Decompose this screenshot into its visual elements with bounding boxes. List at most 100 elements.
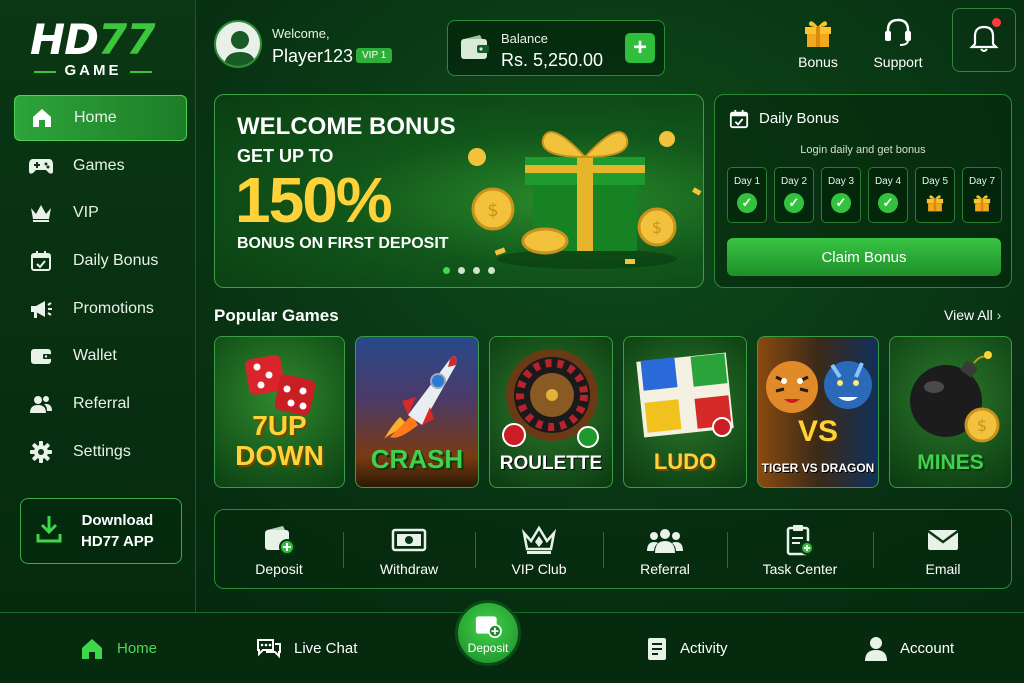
quick-task-center-button[interactable]: Task Center (727, 510, 873, 590)
svg-text:$: $ (487, 200, 498, 221)
sidebar-item-label: Daily Bonus (73, 252, 159, 269)
sidebar: HD77 GAME Home Games VIP Daily Bonus Pro… (0, 0, 196, 612)
welcome-bonus-banner[interactable]: WELCOME BONUS GET UP TO 150% BONUS ON FI… (214, 94, 704, 288)
sidebar-item-label: Games (73, 157, 125, 174)
vs-label: VS (797, 415, 839, 448)
game-card-7-up-down[interactable]: 7UP DOWN (214, 336, 345, 488)
download-label: Download HD77 APP (81, 512, 154, 550)
ludo-board-icon (636, 352, 734, 438)
claim-bonus-button[interactable]: Claim Bonus (727, 238, 1001, 276)
chat-icon (256, 637, 282, 661)
day-card[interactable]: Day 1 ✓ (727, 167, 767, 223)
bottom-nav-live-chat[interactable]: Live Chat (256, 613, 357, 683)
check-icon: ✓ (831, 193, 851, 213)
sidebar-item-promotions[interactable]: Promotions (14, 286, 187, 332)
gift-icon (963, 192, 1001, 212)
bonus-label: Bonus (798, 54, 838, 70)
banner-title: WELCOME BONUS (237, 113, 456, 140)
deposit-fab-button[interactable]: Deposit (455, 600, 521, 666)
welcome-text: Welcome, (272, 26, 330, 41)
bell-icon (969, 22, 999, 59)
game-card-tiger-vs-dragon[interactable]: VS TIGER VS DRAGON (757, 336, 879, 488)
day-label: Day 2 (780, 176, 808, 187)
quick-referral-button[interactable]: Referral (603, 510, 727, 590)
daily-bonus-subtitle: Login daily and get bonus (800, 144, 926, 156)
clipboard-icon (785, 523, 815, 557)
bottom-nav-label: Live Chat (294, 640, 358, 657)
day-card[interactable]: Day 5 (915, 167, 955, 223)
quick-withdraw-button[interactable]: Withdraw (343, 510, 475, 590)
pagination-dot-active[interactable] (443, 267, 450, 274)
day-card[interactable]: Day 3 ✓ (821, 167, 861, 223)
wallet-icon (28, 343, 54, 369)
gift-icon (773, 16, 863, 48)
download-app-button[interactable]: Download HD77 APP (20, 498, 182, 564)
rocket-icon (384, 356, 457, 439)
svg-text:$: $ (977, 416, 987, 435)
game-title: TIGER VS DRAGON (761, 461, 875, 475)
home-icon (29, 105, 55, 131)
sidebar-item-referral[interactable]: Referral (14, 381, 187, 427)
day-card[interactable]: Day 7 (962, 167, 1002, 223)
day-card[interactable]: Day 2 ✓ (774, 167, 814, 223)
bottom-nav-home[interactable]: Home (79, 613, 157, 683)
avatar[interactable] (214, 20, 262, 68)
users-icon (28, 391, 54, 417)
wallet-plus-icon (263, 523, 295, 557)
sidebar-item-settings[interactable]: Settings (14, 429, 187, 475)
pagination-dot[interactable] (473, 267, 480, 274)
quick-action-label: Email (925, 561, 961, 577)
sidebar-item-vip[interactable]: VIP (14, 190, 187, 236)
check-icon: ✓ (784, 193, 804, 213)
bottom-nav-activity[interactable]: Activity (646, 613, 728, 683)
sidebar-item-home[interactable]: Home (14, 95, 187, 141)
logo[interactable]: HD77 GAME (30, 18, 170, 82)
home-icon (79, 637, 105, 661)
notifications-button[interactable] (952, 8, 1016, 72)
game-card-roulette[interactable]: ROULETTE (489, 336, 613, 488)
daily-bonus-panel: Daily Bonus Login daily and get bonus Da… (714, 94, 1012, 288)
day-card[interactable]: Day 4 ✓ (868, 167, 908, 223)
quick-action-label: Task Center (762, 561, 838, 577)
view-all-link[interactable]: View All › (944, 307, 1001, 323)
player-name: Player123 (272, 46, 354, 66)
wallet-plus-icon (474, 612, 502, 641)
game-title: MINES (917, 451, 984, 474)
game-title: CRASH (370, 444, 464, 474)
sidebar-item-label: Wallet (73, 347, 117, 364)
day-label: Day 4 (874, 176, 902, 187)
game-card-crash[interactable]: CRASH (355, 336, 479, 488)
quick-action-label: Deposit (255, 561, 303, 577)
quick-action-label: VIP Club (511, 561, 567, 577)
chevron-right-icon: › (996, 307, 1002, 323)
balance-box: Balance Rs. 5,250.00 + (447, 20, 665, 76)
calendar-icon (729, 109, 749, 134)
game-title: 7UP DOWN (235, 410, 324, 471)
support-button[interactable]: Support (853, 16, 943, 70)
bottom-nav-label: Home (117, 640, 158, 657)
game-card-ludo[interactable]: LUDO (623, 336, 747, 488)
megaphone-icon (28, 296, 54, 322)
quick-email-button[interactable]: Email (873, 510, 1013, 590)
pagination-dot[interactable] (458, 267, 465, 274)
sidebar-item-wallet[interactable]: Wallet (14, 333, 187, 379)
pagination-dot[interactable] (488, 267, 495, 274)
day-label: Day 3 (827, 176, 855, 187)
bonus-button[interactable]: Bonus (773, 16, 863, 70)
sidebar-item-label: Promotions (73, 300, 154, 317)
bottom-nav-account[interactable]: Account (864, 613, 954, 683)
document-icon (646, 636, 668, 662)
quick-deposit-button[interactable]: Deposit (215, 510, 343, 590)
deposit-fab-label: Deposit (467, 640, 509, 655)
crown-icon (521, 523, 557, 557)
add-funds-button[interactable]: + (625, 33, 655, 63)
sidebar-item-daily-bonus[interactable]: Daily Bonus (14, 238, 187, 284)
user-icon (864, 636, 888, 662)
gamepad-icon (28, 153, 54, 179)
day-label: Day 5 (921, 176, 949, 187)
quick-vip-club-button[interactable]: VIP Club (475, 510, 603, 590)
headset-icon (853, 16, 943, 48)
sidebar-item-games[interactable]: Games (14, 143, 187, 189)
game-card-mines[interactable]: $ MINES (889, 336, 1012, 488)
banner-percent: 150% (235, 164, 393, 236)
